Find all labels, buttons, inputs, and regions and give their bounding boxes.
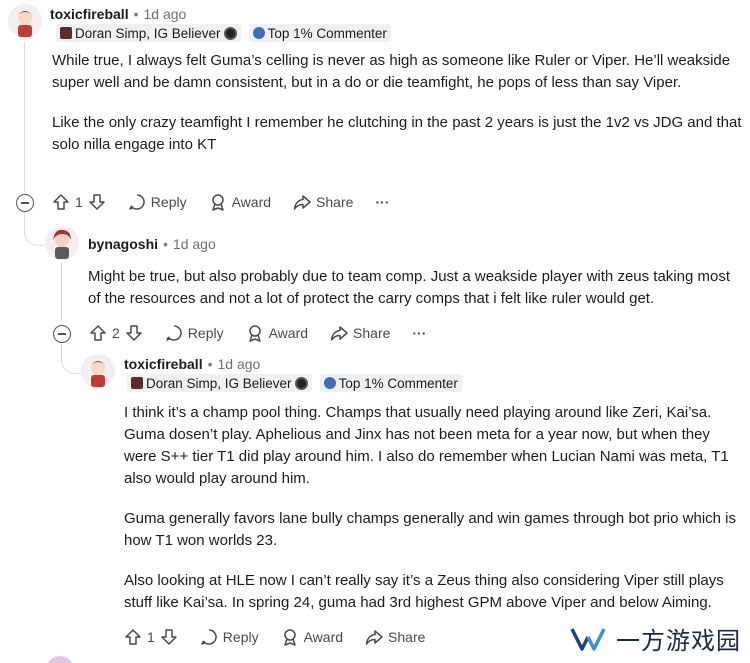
- downvote-icon[interactable]: [125, 324, 143, 342]
- reply-icon: [201, 629, 217, 645]
- downvote-icon[interactable]: [160, 628, 178, 646]
- reply-button[interactable]: Reply: [128, 193, 187, 211]
- username[interactable]: toxicfireball: [50, 6, 129, 22]
- share-button[interactable]: Share: [365, 628, 425, 646]
- flair-text: Doran Simp, IG Believer: [146, 375, 292, 391]
- reply-label: Reply: [222, 629, 259, 645]
- user-flair: Doran Simp, IG Believer: [127, 374, 312, 392]
- collapse-thread-button[interactable]: [16, 194, 34, 212]
- thread-connector: [24, 212, 46, 246]
- more-options-icon: ···: [375, 194, 390, 210]
- site-watermark: 一方游戏园: [552, 614, 750, 663]
- collapse-thread-button[interactable]: [53, 325, 71, 343]
- timestamp[interactable]: 1d ago: [218, 356, 261, 372]
- user-flair: Doran Simp, IG Believer: [56, 24, 241, 42]
- share-button[interactable]: Share: [330, 324, 390, 342]
- badge-text: Top 1% Commenter: [267, 25, 387, 41]
- more-options-icon: ···: [412, 325, 427, 341]
- flair-text: Doran Simp, IG Believer: [75, 25, 221, 41]
- share-label: Share: [388, 629, 426, 645]
- comment-body: While true, I always felt Guma’s celling…: [52, 50, 742, 156]
- more-options-button[interactable]: ···: [412, 325, 426, 341]
- avatar[interactable]: [45, 226, 79, 260]
- comment-actions: 1 Reply Award Share: [124, 628, 447, 646]
- comment-body: Might be true, but also probably due to …: [88, 266, 738, 310]
- timestamp[interactable]: 1d ago: [173, 236, 216, 252]
- username[interactable]: toxicfireball: [124, 356, 203, 372]
- avatar[interactable]: [8, 4, 42, 38]
- avatar-image: [45, 226, 79, 260]
- share-icon: [330, 326, 348, 341]
- reply-button[interactable]: Reply: [165, 324, 224, 342]
- comment-paragraph: I think it’s a champ pool thing. Champs …: [124, 404, 729, 487]
- reply-icon: [129, 194, 145, 210]
- award-button[interactable]: Award: [246, 324, 308, 342]
- comment-header: toxicfireball • 1d ago: [124, 356, 260, 372]
- badge-icon: [323, 377, 336, 389]
- reply-button[interactable]: Reply: [200, 628, 259, 646]
- comment-body: I think it’s a champ pool thing. Champs …: [124, 402, 742, 614]
- flair-row: Doran Simp, IG Believer Top 1% Commenter: [56, 24, 391, 42]
- award-icon: [283, 629, 296, 646]
- badge-text: Top 1% Commenter: [338, 375, 458, 391]
- timestamp[interactable]: 1d ago: [144, 6, 187, 22]
- username[interactable]: bynagoshi: [88, 236, 158, 252]
- top-commenter-badge: Top 1% Commenter: [319, 374, 462, 392]
- next-comment-avatar-partial: [46, 656, 74, 663]
- award-label: Award: [231, 194, 272, 210]
- flair-emblem-icon: [294, 376, 308, 390]
- award-button[interactable]: Award: [281, 628, 343, 646]
- award-icon: [248, 325, 261, 342]
- separator-dot: •: [207, 356, 213, 372]
- vote-controls: 2: [89, 324, 143, 342]
- comment-paragraph: While true, I always felt Guma’s celling…: [52, 52, 731, 91]
- separator-dot: •: [133, 6, 139, 22]
- comment-paragraph: Might be true, but also probably due to …: [88, 268, 730, 307]
- comment-header: toxicfireball • 1d ago: [50, 6, 186, 22]
- reply-label: Reply: [150, 194, 187, 210]
- flair-row: Doran Simp, IG Believer Top 1% Commenter: [127, 374, 462, 392]
- comment-paragraph: Also looking at HLE now I can’t really s…: [124, 572, 724, 611]
- thread-line: [61, 262, 62, 322]
- vote-controls: 1: [124, 628, 178, 646]
- watermark-text: 一方游戏园: [616, 627, 741, 655]
- avatar[interactable]: [81, 354, 115, 388]
- reply-label: Reply: [187, 325, 224, 341]
- share-icon: [293, 195, 311, 210]
- downvote-icon[interactable]: [88, 193, 106, 211]
- flair-icon: [131, 377, 143, 389]
- top-commenter-badge: Top 1% Commenter: [248, 24, 391, 42]
- award-label: Award: [303, 629, 344, 645]
- share-icon: [365, 630, 383, 645]
- avatar-image: [81, 354, 115, 388]
- vote-count: 2: [112, 325, 120, 341]
- separator-dot: •: [163, 236, 168, 252]
- reply-icon: [166, 325, 182, 341]
- comment-actions: 2 Reply Award Share ···: [89, 324, 448, 342]
- vote-count: 1: [75, 194, 83, 210]
- upvote-icon[interactable]: [124, 628, 142, 646]
- upvote-icon[interactable]: [52, 193, 70, 211]
- comment-paragraph: Like the only crazy teamfight I remember…: [52, 114, 742, 153]
- watermark-logo-icon: [570, 627, 606, 651]
- comment-header: bynagoshi • 1d ago: [88, 236, 216, 252]
- flair-icon: [60, 27, 72, 39]
- comment-paragraph: Guma generally favors lane bully champs …: [124, 510, 736, 549]
- share-label: Share: [353, 325, 391, 341]
- vote-controls: 1: [52, 193, 106, 211]
- more-options-button[interactable]: ···: [375, 194, 389, 210]
- share-label: Share: [316, 194, 354, 210]
- award-icon: [211, 194, 224, 211]
- vote-count: 1: [147, 629, 155, 645]
- award-button[interactable]: Award: [209, 193, 271, 211]
- upvote-icon[interactable]: [89, 324, 107, 342]
- avatar-image: [8, 4, 42, 38]
- thread-connector: [61, 344, 83, 374]
- comment-actions: 1 Reply Award Share ···: [52, 193, 411, 211]
- thread-line: [24, 42, 25, 192]
- flair-emblem-icon: [223, 26, 237, 40]
- badge-icon: [252, 27, 265, 39]
- share-button[interactable]: Share: [293, 193, 353, 211]
- award-label: Award: [268, 325, 309, 341]
